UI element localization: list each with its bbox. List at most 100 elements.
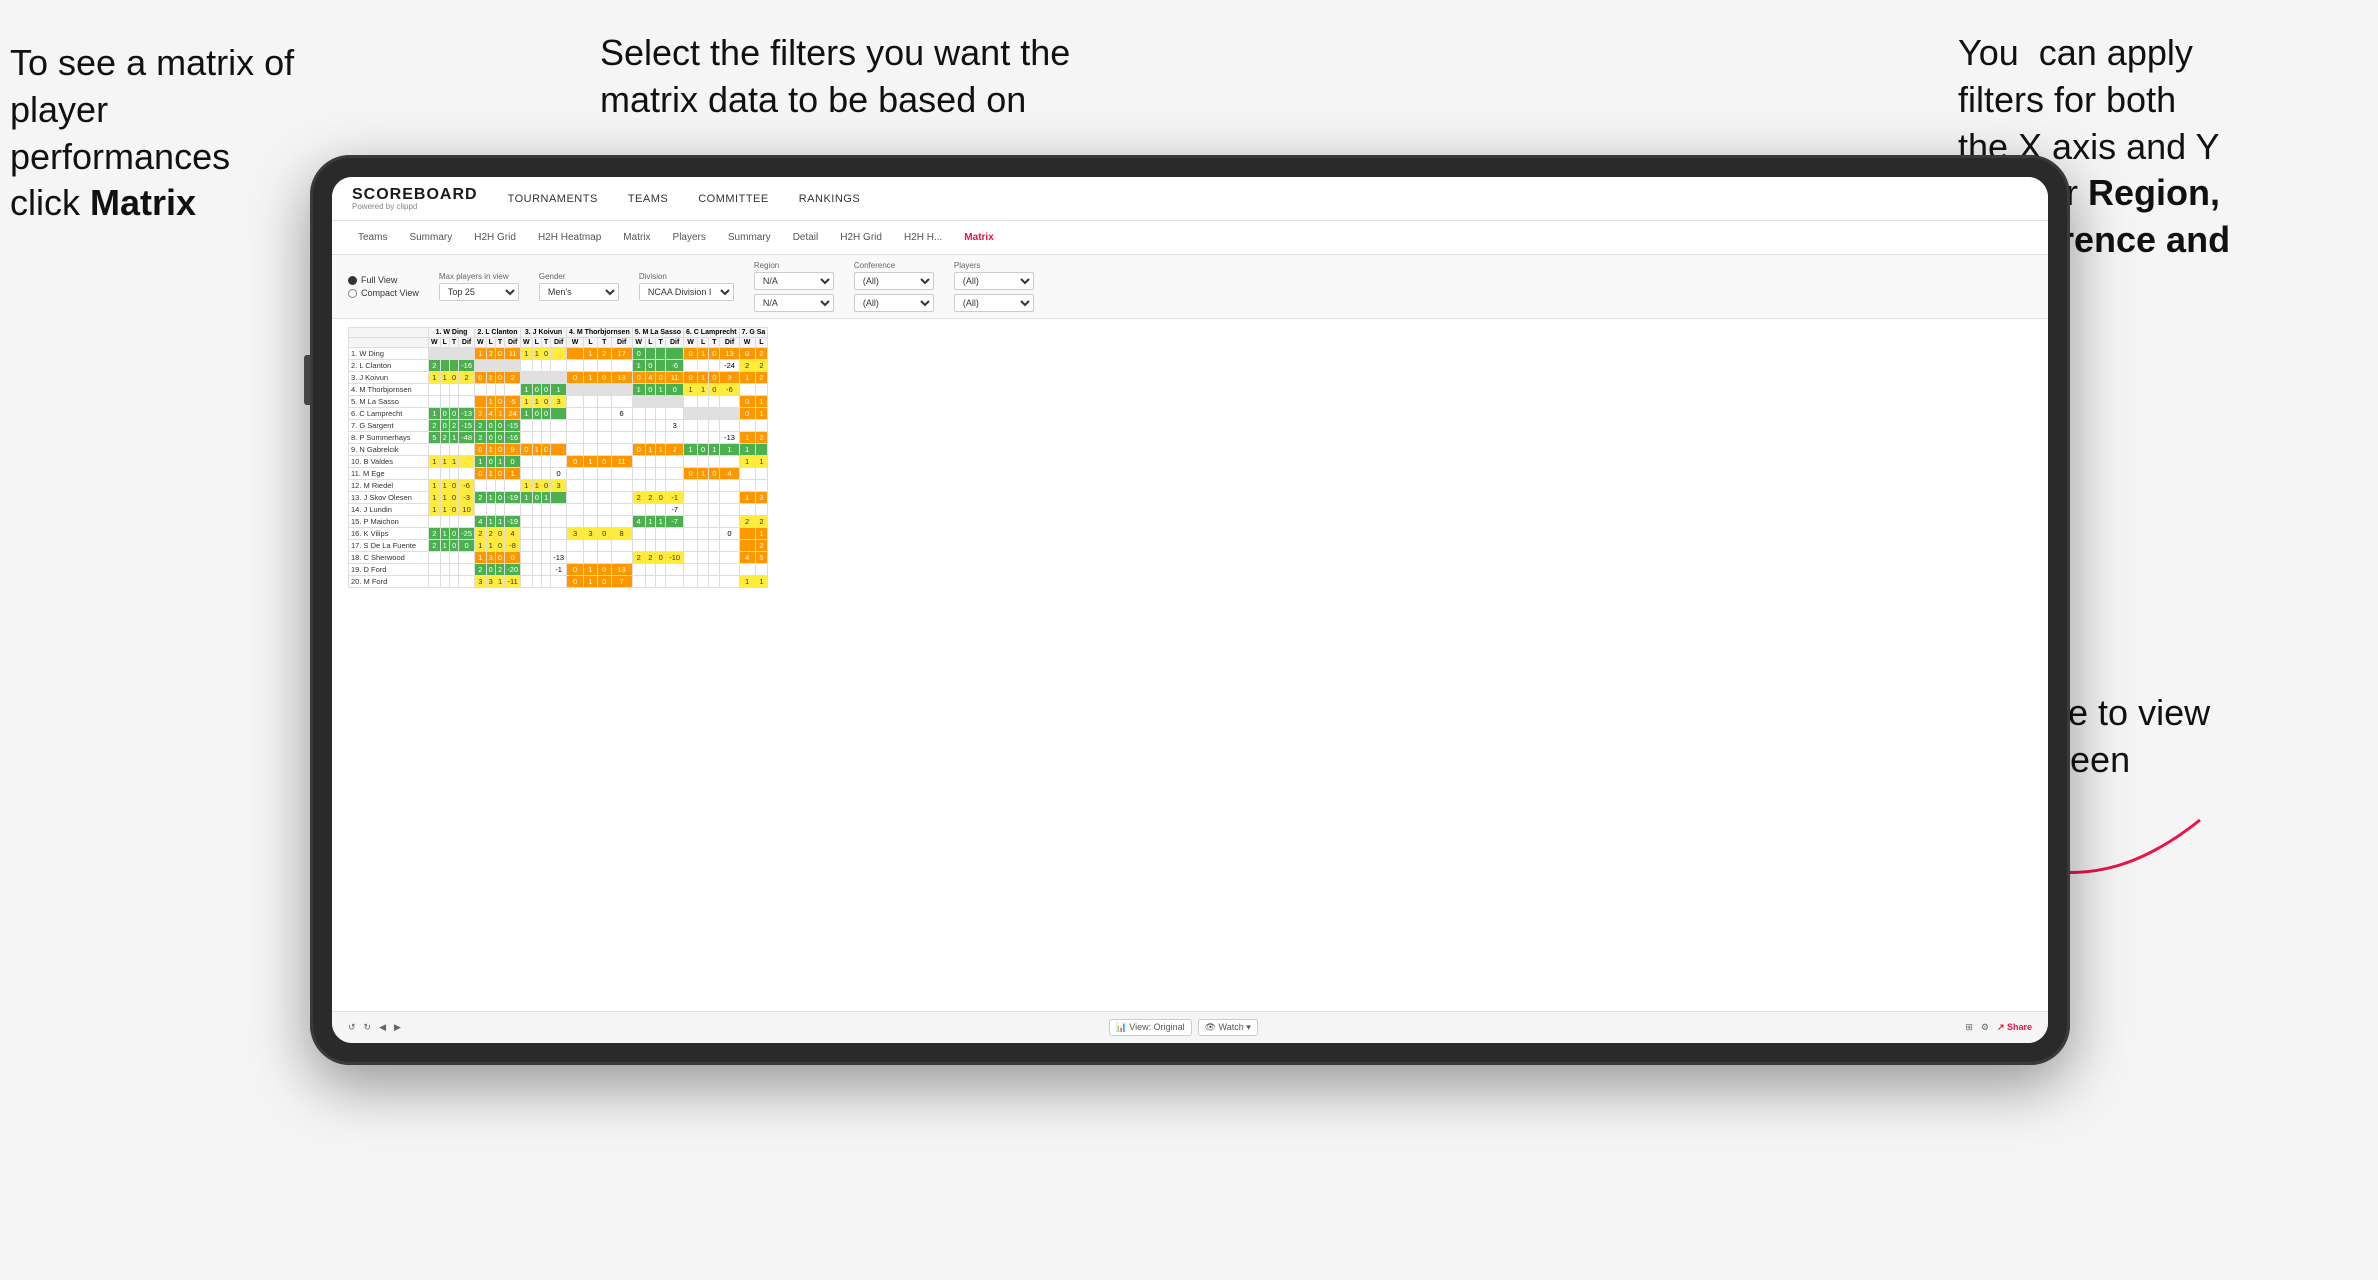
matrix-cell	[739, 480, 755, 492]
matrix-cell: 6	[611, 408, 632, 420]
subnav-h2h-grid2[interactable]: H2H Grid	[830, 228, 892, 247]
settings-icon[interactable]: ⚙	[1981, 1022, 1989, 1033]
col5-l: L	[645, 338, 655, 348]
subnav-h2hh[interactable]: H2H H...	[894, 228, 952, 247]
conference-select-top[interactable]: (All)	[854, 272, 934, 290]
matrix-cell	[666, 564, 684, 576]
matrix-cell	[597, 480, 611, 492]
max-players-select[interactable]: Top 25	[439, 283, 519, 301]
matrix-cell: 0	[495, 396, 504, 408]
region-select-bottom[interactable]: N/A	[754, 294, 834, 312]
row-label: 3. J Koivun	[349, 372, 429, 384]
subnav-h2h-heatmap[interactable]: H2H Heatmap	[528, 228, 611, 247]
max-players-filter: Max players in view Top 25	[439, 272, 519, 301]
nav-rankings[interactable]: RANKINGS	[799, 193, 860, 205]
subnav-matrix-active[interactable]: Matrix	[954, 228, 1003, 247]
table-row: 11. M Ege010100104	[349, 468, 768, 480]
matrix-cell	[486, 504, 495, 516]
matrix-cell	[541, 420, 550, 432]
redo-icon[interactable]: ↻	[364, 1022, 372, 1033]
matrix-cell: 1	[532, 396, 541, 408]
matrix-cell	[632, 408, 645, 420]
col-header-3: 3. J Koivun	[521, 328, 567, 338]
matrix-cell: -25	[459, 528, 475, 540]
subnav-teams[interactable]: Teams	[348, 228, 397, 247]
matrix-cell: 0	[684, 348, 698, 360]
back-icon[interactable]: ◀	[379, 1022, 386, 1033]
matrix-cell	[532, 468, 541, 480]
region-select-top[interactable]: N/A	[754, 272, 834, 290]
matrix-cell	[449, 516, 458, 528]
matrix-cell	[684, 480, 698, 492]
matrix-cell	[567, 468, 584, 480]
footer-left: ↺ ↻ ◀ ▶	[348, 1022, 401, 1033]
table-row: 15. P Maichon411-19411-722	[349, 516, 768, 528]
matrix-cell	[551, 408, 567, 420]
matrix-cell	[709, 576, 720, 588]
matrix-cell	[739, 468, 755, 480]
subnav-summary2[interactable]: Summary	[718, 228, 781, 247]
matrix-cell	[449, 444, 458, 456]
matrix-cell	[551, 516, 567, 528]
division-select[interactable]: NCAA Division I	[639, 283, 734, 301]
matrix-cell: 0	[486, 564, 495, 576]
matrix-cell	[532, 564, 541, 576]
watch-btn[interactable]: 👁 Watch ▾	[1198, 1019, 1258, 1036]
matrix-cell: 2	[475, 432, 487, 444]
matrix-cell: 0	[656, 492, 666, 504]
gender-filter: Gender Men's	[539, 272, 619, 301]
full-view-label: Full View	[361, 275, 397, 285]
row-label: 18. C Sherwood	[349, 552, 429, 564]
footer-center: 📊 View: Original 👁 Watch ▾	[1109, 1019, 1258, 1036]
full-view-radio[interactable]: Full View	[348, 275, 419, 285]
matrix-cell	[709, 516, 720, 528]
matrix-cell	[755, 468, 768, 480]
matrix-cell: -5	[505, 396, 521, 408]
matrix-cell: 0	[475, 444, 487, 456]
nav-committee[interactable]: COMMITTEE	[698, 193, 769, 205]
matrix-cell: 1	[429, 492, 441, 504]
subnav-detail[interactable]: Detail	[783, 228, 829, 247]
players-select-bottom[interactable]: (All)	[954, 294, 1034, 312]
diagonal-cell	[521, 372, 567, 384]
matrix-cell	[567, 504, 584, 516]
subnav-players[interactable]: Players	[663, 228, 716, 247]
nav-teams[interactable]: TEAMS	[628, 193, 668, 205]
matrix-cell	[532, 528, 541, 540]
undo-icon[interactable]: ↺	[348, 1022, 356, 1033]
compact-view-radio[interactable]: Compact View	[348, 288, 419, 298]
matrix-cell	[521, 576, 533, 588]
matrix-cell: 0	[495, 444, 504, 456]
share-btn[interactable]: ↗ Share	[1997, 1022, 2032, 1033]
matrix-cell: 0	[449, 504, 458, 516]
matrix-cell: 2	[739, 360, 755, 372]
conference-select-bottom[interactable]: (All)	[854, 294, 934, 312]
view-original-btn[interactable]: 📊 View: Original	[1109, 1019, 1192, 1036]
matrix-cell: 0	[632, 348, 645, 360]
col2-l: L	[486, 338, 495, 348]
matrix-cell	[584, 432, 598, 444]
forward-icon[interactable]: ▶	[394, 1022, 401, 1033]
col3-l: L	[532, 338, 541, 348]
matrix-cell: -13	[459, 408, 475, 420]
subnav-matrix1[interactable]: Matrix	[613, 228, 660, 247]
matrix-cell: 0	[495, 492, 504, 504]
matrix-cell	[541, 552, 550, 564]
matrix-area[interactable]: 1. W Ding 2. L Clanton 3. J Koivun 4. M …	[332, 319, 2048, 1011]
nav-tournaments[interactable]: TOURNAMENTS	[508, 193, 598, 205]
subnav-summary1[interactable]: Summary	[399, 228, 462, 247]
matrix-cell	[532, 552, 541, 564]
tablet-frame: SCOREBOARD Powered by clippd TOURNAMENTS…	[310, 155, 2070, 1065]
matrix-cell: 1	[584, 372, 598, 384]
players-select-top[interactable]: (All)	[954, 272, 1034, 290]
grid-icon[interactable]: ⊞	[1965, 1022, 1973, 1033]
matrix-cell	[551, 540, 567, 552]
matrix-cell: 1	[645, 444, 655, 456]
subnav-h2h-grid[interactable]: H2H Grid	[464, 228, 526, 247]
diagonal-cell	[429, 348, 475, 360]
gender-select[interactable]: Men's	[539, 283, 619, 301]
matrix-cell	[720, 516, 739, 528]
matrix-cell	[645, 468, 655, 480]
matrix-cell	[611, 468, 632, 480]
matrix-cell	[532, 516, 541, 528]
